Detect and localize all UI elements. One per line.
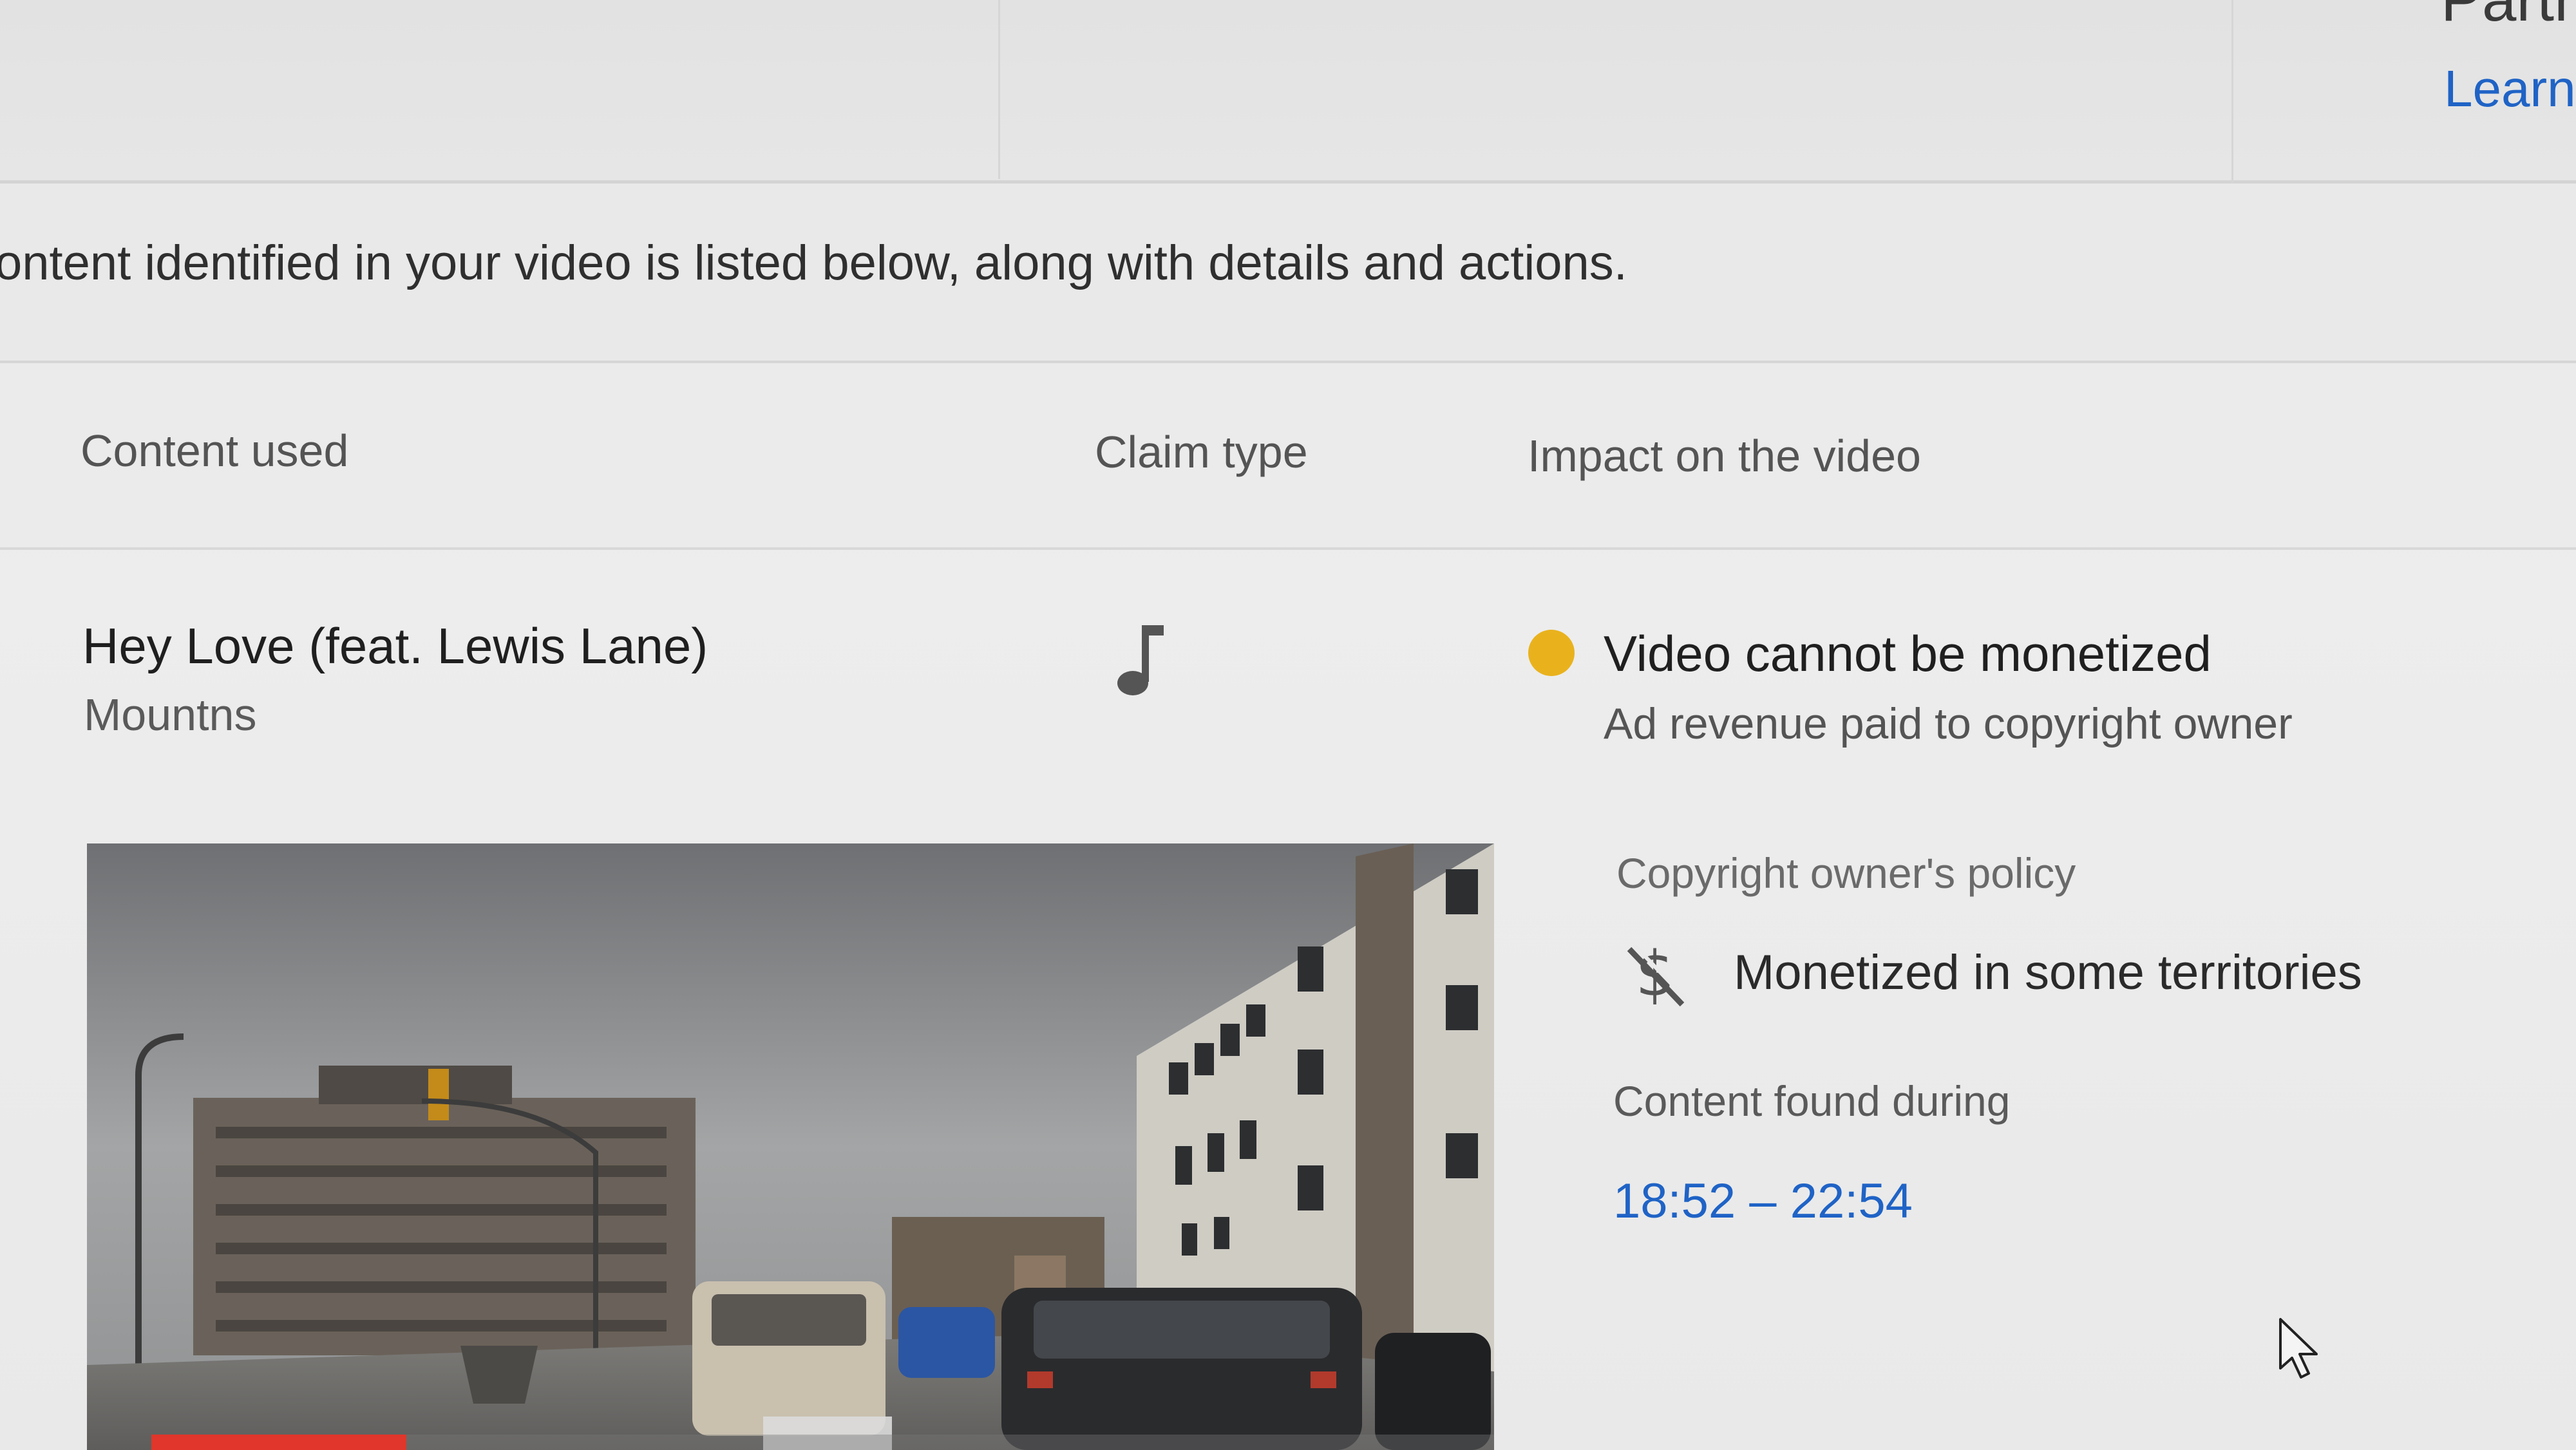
- content-found-label: Content found during: [1613, 1077, 2011, 1125]
- music-note-icon: [1117, 625, 1164, 695]
- claimed-song-title: Hey Love (feat. Lewis Lane): [82, 617, 708, 674]
- column-header-content-used: Content used: [80, 426, 349, 476]
- video-frame: [87, 843, 1494, 1450]
- content-found-timestamp-link[interactable]: 18:52 – 22:54: [1613, 1173, 1913, 1229]
- copyright-policy-value: Monetized in some territories: [1734, 945, 2362, 1000]
- video-progress-track[interactable]: [151, 1435, 1494, 1450]
- header-divider: [2231, 0, 2233, 187]
- header-divider: [998, 0, 1000, 179]
- copyright-policy-label: Copyright owner's policy: [1616, 849, 2076, 897]
- video-progress-fill: [151, 1435, 407, 1450]
- video-preview[interactable]: [87, 843, 1494, 1450]
- mouse-cursor-icon: [2279, 1318, 2318, 1379]
- no-dollar-icon: $: [1627, 940, 1687, 1010]
- learn-more-link[interactable]: Learn: [2444, 59, 2576, 118]
- partner-heading: Partne: [2441, 0, 2576, 35]
- impact-subtitle: Ad revenue paid to copyright owner: [1604, 699, 2293, 748]
- intro-description: ontent identified in your video is liste…: [0, 236, 1627, 290]
- content-id-page: Partne Learn ontent identified in your v…: [0, 0, 2576, 1450]
- monetization-status-dot: [1528, 630, 1575, 676]
- impact-title: Video cannot be monetized: [1604, 625, 2211, 682]
- column-header-claim-type: Claim type: [1095, 427, 1308, 477]
- claimed-song-artist: Mountns: [84, 690, 257, 740]
- column-header-impact: Impact on the video: [1528, 431, 1921, 481]
- top-header-strip: [0, 0, 2576, 184]
